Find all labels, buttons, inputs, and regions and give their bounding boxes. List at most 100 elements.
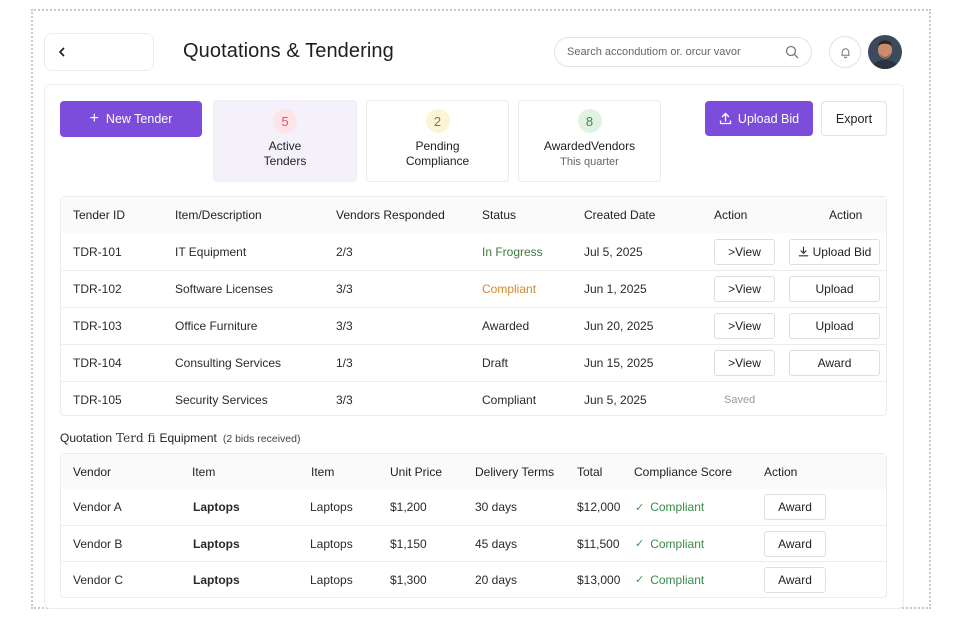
view-button[interactable]: >View [714, 276, 775, 302]
row-action-button[interactable]: Upload [789, 276, 880, 302]
search-input[interactable] [567, 46, 785, 58]
tender-item: Software Licenses [175, 282, 274, 296]
stat-card-awarded-vendors[interactable]: 8 AwardedVendors This quarter [518, 100, 661, 182]
row-action-button[interactable]: Upload [789, 313, 880, 339]
row-action-button[interactable]: Award [789, 350, 880, 376]
table-row[interactable]: Vendor A Laptops Laptops $1,200 30 days $12,0… [61, 489, 886, 525]
created-date: Jun 1, 2025 [584, 282, 647, 296]
tender-id: TDR-105 [73, 392, 122, 407]
item-name-bold: Laptops [193, 536, 240, 551]
table-row[interactable]: Vendor B Laptops Laptops $1,150 45 days $11,5… [61, 525, 886, 561]
column-header: Status [482, 208, 517, 222]
compliance-score: ✓ Compliant [635, 489, 704, 525]
column-header: Item [311, 464, 335, 479]
compliance-score: ✓ Compliant [635, 562, 704, 597]
table-header-row: Vendor Item Item Unit Price Delivery Ter… [61, 454, 886, 489]
tender-id: TDR-104 [73, 356, 122, 370]
total-price: $13,000 [577, 572, 621, 587]
item-name: Laptops [310, 572, 353, 587]
tender-id: TDR-102 [73, 282, 122, 296]
column-header: Vendors Responded [336, 208, 445, 222]
vendors-responded: 3/3 [336, 392, 353, 407]
search-box[interactable] [554, 37, 812, 67]
created-date: Jul 5, 2025 [584, 244, 643, 259]
table-row[interactable]: TDR-102 Software Licenses 3/3 Compliant Jun … [61, 270, 886, 307]
quotation-title-prefix: Quotation [60, 431, 113, 445]
quotation-title-suffix: Equipment [159, 431, 217, 445]
stat-label: Active [268, 139, 302, 153]
stat-label: AwardedVendors [543, 139, 636, 153]
table-row[interactable]: TDR-101 IT Equipment 2/3 In Frogress Jul 5, … [61, 233, 886, 270]
view-button[interactable]: >View [714, 313, 775, 339]
table-row[interactable]: Vendor C Laptops Laptops $1,300 20 days $13,0… [61, 561, 886, 597]
export-button[interactable]: Export [821, 101, 887, 136]
new-tender-button[interactable]: + New Tender [60, 101, 202, 137]
status-text: Awarded [482, 319, 530, 333]
vendors-responded: 3/3 [336, 319, 353, 333]
compliance-label: Compliant [650, 536, 705, 551]
total-price: $12,000 [577, 500, 621, 514]
avatar[interactable] [868, 35, 902, 69]
vendors-responded: 3/3 [336, 282, 353, 296]
vendor-name: Vendor C [73, 572, 124, 587]
tenders-table: Tender ID Item/Description Vendors Respo… [60, 196, 887, 416]
search-icon [785, 45, 799, 59]
stat-label: Tenders [263, 154, 307, 168]
stat-count-badge: 8 [577, 109, 602, 133]
check-icon: ✓ [635, 574, 645, 586]
tender-item: Consulting Services [175, 356, 282, 370]
download-icon [798, 246, 808, 257]
tender-id: TDR-103 [73, 319, 122, 333]
table-row[interactable]: TDR-103 Office Furniture 3/3 Awarded Jun 20,… [61, 307, 886, 344]
quotation-section-title: Quotation Terd fi Equipment (2 bids rece… [60, 431, 300, 445]
back-button[interactable] [44, 33, 154, 71]
upload-bid-label: Upload Bid [737, 111, 800, 126]
tender-item: IT Equipment [175, 244, 247, 259]
stat-card-active-tenders[interactable]: 5 Active Tenders [213, 100, 357, 182]
tender-item: Security Services [175, 392, 268, 407]
column-header: Total [577, 464, 603, 479]
stat-label: Pending [415, 139, 460, 153]
award-button[interactable]: Award [764, 530, 826, 557]
unit-price: $1,200 [390, 500, 427, 514]
item-name: Laptops [310, 536, 353, 551]
created-date: Jun 20, 2025 [584, 319, 654, 333]
unit-price: $1,150 [390, 536, 427, 551]
bell-icon [840, 47, 850, 58]
vendor-name: Vendor B [73, 536, 123, 551]
view-button[interactable]: >View [714, 238, 775, 265]
tender-item: Office Furniture [175, 319, 258, 333]
page-title: Quotations & Tendering [183, 40, 394, 62]
vendor-name: Vendor A [73, 500, 122, 514]
created-date: Jun 5, 2025 [584, 392, 647, 407]
award-button[interactable]: Award [764, 566, 826, 593]
row-upload-bid-button[interactable]: Upload Bid [789, 238, 880, 265]
stat-sublabel: This quarter [560, 156, 619, 168]
table-header-row: Tender ID Item/Description Vendors Respo… [61, 197, 886, 233]
vendors-responded: 2/3 [336, 244, 353, 259]
chevron-left-icon [59, 47, 65, 57]
upload-bid-button[interactable]: Upload Bid [705, 101, 813, 136]
total-price: $11,500 [577, 536, 620, 551]
row-action-label: Upload Bid [812, 244, 872, 259]
column-header: Action [764, 464, 798, 479]
compliance-label: Compliant [650, 572, 705, 587]
delivery-terms: 20 days [475, 572, 518, 587]
table-row[interactable]: TDR-104 Consulting Services 1/3 Draft Jun 15… [61, 344, 886, 381]
view-button[interactable]: >View [714, 350, 775, 376]
stat-count-badge: 2 [425, 109, 450, 133]
award-button[interactable]: Award [764, 494, 826, 520]
quotation-table: Vendor Item Item Unit Price Delivery Ter… [60, 453, 887, 598]
check-icon: ✓ [635, 501, 645, 514]
column-header: Vendor [73, 464, 112, 479]
compliance-label: Compliant [650, 500, 705, 514]
table-row[interactable]: TDR-105 Security Services 3/3 Compliant Jun … [61, 381, 886, 417]
column-header: Created Date [584, 208, 656, 222]
column-header: Tender ID [73, 208, 126, 222]
column-header: Unit Price [390, 464, 443, 479]
check-icon: ✓ [635, 538, 645, 550]
vendors-responded: 1/3 [336, 356, 353, 370]
notifications-button[interactable] [829, 36, 861, 68]
stat-card-pending-compliance[interactable]: 2 Pending Compliance [366, 100, 509, 182]
item-name-bold: Laptops [193, 500, 240, 514]
